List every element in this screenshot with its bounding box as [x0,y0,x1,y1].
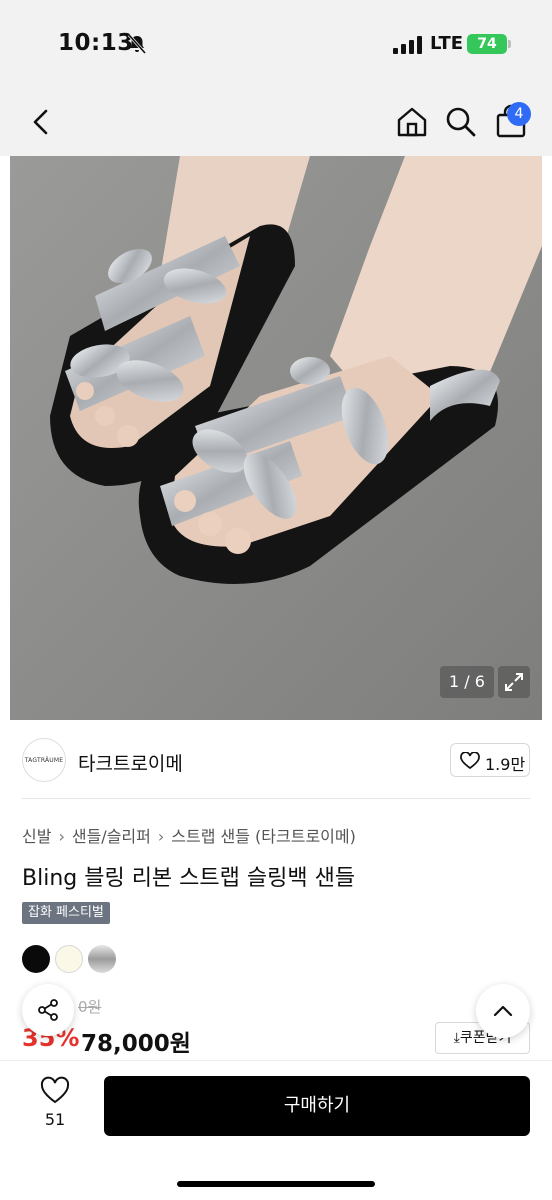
status-bar: 10:13 LTE 74 [0,0,552,88]
home-icon[interactable] [392,102,432,142]
chevron-right-icon: › [157,827,165,846]
image-counter: 1 / 6 [440,666,494,698]
breadcrumb: 신발 › 샌들/슬리퍼 › 스트랩 샌들 (타크트로이메) [22,823,356,847]
sale-price: 78,000원 [81,1031,191,1057]
home-indicator [177,1181,375,1187]
back-icon[interactable] [22,102,62,142]
wishlist-count: 51 [44,1110,66,1129]
bell-muted-icon [127,34,147,54]
product-title: Bling 블링 리본 스트랩 슬링백 샌들 [22,866,356,891]
breadcrumb-item[interactable]: 스트랩 샌들 (타크트로이메) [171,827,356,846]
battery-indicator: 74 [467,34,507,54]
brand-name[interactable]: 타크트로이메 [78,749,183,776]
network-type: LTE [430,33,464,54]
status-time: 10:13 [58,30,134,56]
chevron-up-icon [493,1005,513,1017]
event-tag: 잡화 페스티벌 [22,902,110,924]
scroll-top-button[interactable] [476,984,530,1038]
battery-tip [508,40,511,48]
cart-count-badge: 4 [507,102,531,126]
heart-icon [460,752,480,770]
app-header [0,88,552,156]
breadcrumb-item[interactable]: 신발 [22,827,51,846]
original-price: 0원 [78,998,102,1016]
expand-icon [505,673,523,691]
brand-like-count: 1.9만 [485,755,526,774]
buy-button[interactable]: 구매하기 [104,1076,530,1136]
breadcrumb-item[interactable]: 샌들/슬리퍼 [72,827,151,846]
divider [22,798,530,799]
expand-button[interactable] [498,666,530,698]
brand-logo[interactable]: TAGTRÄUME [22,738,66,782]
color-swatch-cream[interactable] [55,945,83,973]
signal-icon [393,36,422,54]
share-icon [38,999,58,1021]
chevron-right-icon: › [58,827,65,846]
product-image[interactable] [10,156,542,720]
brand-like-button[interactable]: 1.9만 [450,743,530,777]
product-detail-page: 10:13 LTE 74 4 1 / 6 TAGTRÄUME 타크트로이메 1.… [0,0,552,1200]
color-swatch-black[interactable] [22,945,50,973]
color-swatch-silver[interactable] [88,945,116,973]
share-button[interactable] [22,984,74,1036]
heart-icon [40,1076,70,1104]
search-icon[interactable] [441,102,481,142]
sandal-photo [10,156,542,720]
